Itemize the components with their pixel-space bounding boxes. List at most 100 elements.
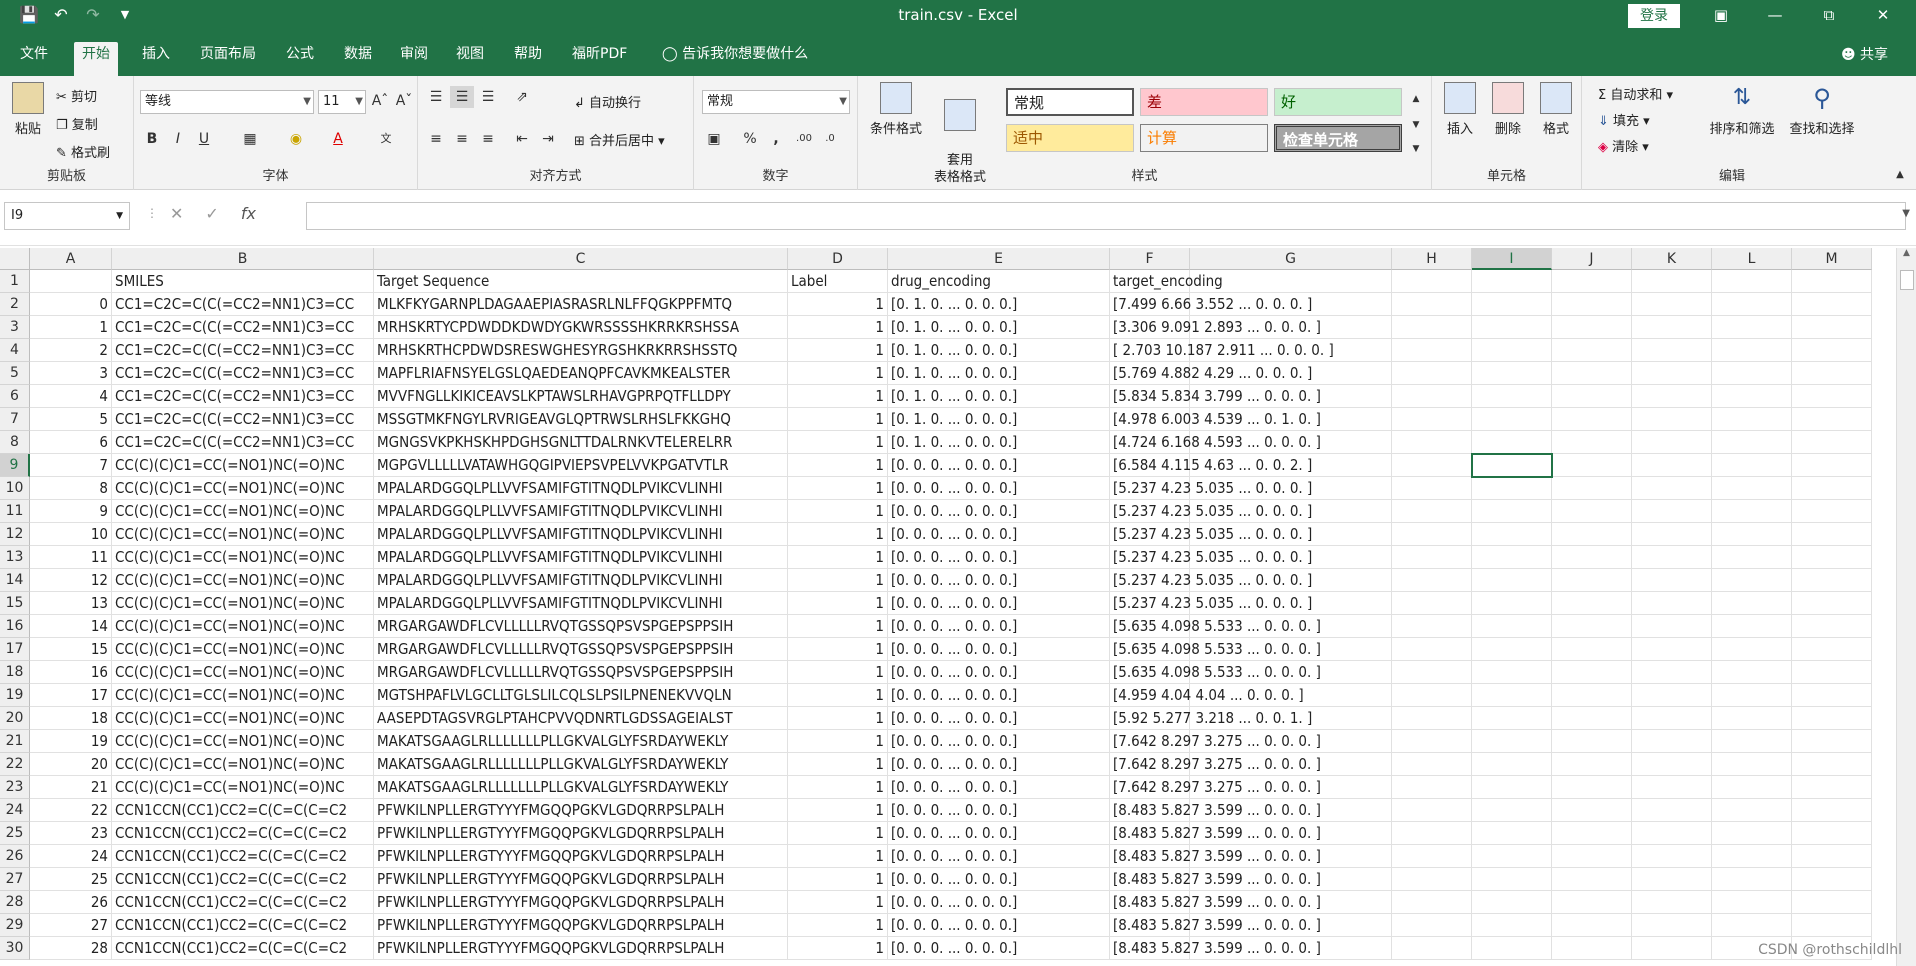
table-cell[interactable]: 10 (30, 523, 112, 546)
table-cell[interactable] (1632, 592, 1712, 615)
table-cell[interactable] (1552, 753, 1632, 776)
table-cell[interactable]: CC(C)(C)C1=CC(=NO1)NC(=O)NC (112, 454, 374, 477)
table-cell[interactable] (1392, 385, 1472, 408)
header-cell[interactable]: Label (788, 270, 888, 293)
row-header[interactable]: 14 (0, 569, 30, 592)
table-cell[interactable]: CC(C)(C)C1=CC(=NO1)NC(=O)NC (112, 776, 374, 799)
row-header[interactable]: 13 (0, 546, 30, 569)
font-size-select[interactable]: 11 ▼ (318, 90, 366, 114)
decrease-decimal-icon[interactable]: .0 (818, 128, 842, 150)
table-cell[interactable] (1792, 707, 1872, 730)
table-cell[interactable]: CC(C)(C)C1=CC(=NO1)NC(=O)NC (112, 684, 374, 707)
table-cell[interactable]: PFWKILNPLLERGTYYYFMGQQPGKVLGDQRRPSLPALH (374, 914, 788, 937)
table-cell[interactable] (1552, 316, 1632, 339)
table-cell[interactable]: [0. 0. 0. ... 0. 0. 0.] (888, 937, 1110, 960)
table-cell[interactable] (1552, 477, 1632, 500)
borders-icon[interactable]: ▦ (238, 128, 262, 150)
table-cell[interactable] (1392, 661, 1472, 684)
table-cell[interactable] (1712, 385, 1792, 408)
row-header[interactable]: 21 (0, 730, 30, 753)
table-cell[interactable] (1392, 477, 1472, 500)
table-cell[interactable]: CC(C)(C)C1=CC(=NO1)NC(=O)NC (112, 477, 374, 500)
table-cell[interactable]: 1 (788, 293, 888, 316)
table-cell[interactable]: MGTSHPAFLVLGCLLTGLSLILCQLSLPSILPNENEKVVQ… (374, 684, 788, 707)
table-cell[interactable]: [5.237 4.23 5.035 ... 0. 0. 0. ] (1110, 592, 1312, 615)
table-cell[interactable] (1392, 339, 1472, 362)
table-cell[interactable]: [0. 0. 0. ... 0. 0. 0.] (888, 638, 1110, 661)
column-header-d[interactable]: D (788, 248, 888, 270)
customize-icon[interactable]: ▼ (114, 8, 136, 21)
table-cell[interactable]: 25 (30, 868, 112, 891)
table-cell[interactable]: 8 (30, 477, 112, 500)
restore-icon[interactable]: ⧉ (1806, 0, 1852, 32)
sort-filter-button[interactable]: ⇅ 排序和筛选 (1702, 82, 1782, 137)
table-cell[interactable]: MPALARDGGQLPLLVVFSAMIFGTITNQDLPVIKCVLINH… (374, 477, 788, 500)
table-cell[interactable] (1712, 339, 1792, 362)
table-cell[interactable] (1472, 707, 1552, 730)
table-cell[interactable] (1712, 638, 1792, 661)
table-cell[interactable]: MVVFNGLLKIKICEAVSLKPTAWSLRHAVGPRPQTFLLDP… (374, 385, 788, 408)
table-cell[interactable]: CC(C)(C)C1=CC(=NO1)NC(=O)NC (112, 592, 374, 615)
table-cell[interactable]: MRGARGAWDFLCVLLLLLRVQTGSSQPSVSPGEPSPPSIH (374, 638, 788, 661)
table-cell[interactable] (1712, 546, 1792, 569)
table-cell[interactable] (1712, 431, 1792, 454)
table-cell[interactable]: 21 (30, 776, 112, 799)
format-painter-button[interactable]: ✎ 格式刷 (56, 142, 110, 161)
table-cell[interactable]: 1 (788, 408, 888, 431)
table-cell[interactable] (1392, 868, 1472, 891)
table-cell[interactable]: 1 (788, 822, 888, 845)
table-cell[interactable] (1552, 661, 1632, 684)
table-cell[interactable] (1472, 569, 1552, 592)
row-header[interactable]: 15 (0, 592, 30, 615)
table-cell[interactable]: 1 (788, 868, 888, 891)
table-cell[interactable] (1392, 799, 1472, 822)
autosum-button[interactable]: Σ 自动求和 ▾ (1598, 84, 1673, 103)
table-cell[interactable]: 12 (30, 569, 112, 592)
table-cell[interactable] (1472, 500, 1552, 523)
table-cell[interactable] (1632, 684, 1712, 707)
align-bottom-icon[interactable]: ☰ (476, 86, 500, 108)
tab-home[interactable]: 开始 (74, 42, 118, 76)
table-cell[interactable]: [0. 0. 0. ... 0. 0. 0.] (888, 523, 1110, 546)
table-cell[interactable] (1392, 638, 1472, 661)
table-cell[interactable]: CCN1CCN(CC1)CC2=C(C=C(C=C2 (112, 937, 374, 960)
table-cell[interactable]: MAPFLRIAFNSYELGSLQAEDEANQPFCAVKMKEALSTER (374, 362, 788, 385)
table-cell[interactable] (1552, 293, 1632, 316)
table-cell[interactable] (1392, 707, 1472, 730)
clear-button[interactable]: ◈ 清除 ▾ (1598, 136, 1649, 155)
wrap-text-button[interactable]: ↲ 自动换行 (574, 92, 641, 111)
row-header[interactable]: 11 (0, 500, 30, 523)
table-cell[interactable] (1472, 615, 1552, 638)
table-cell[interactable]: CC(C)(C)C1=CC(=NO1)NC(=O)NC (112, 546, 374, 569)
style-check-cell[interactable]: 检查单元格 (1274, 124, 1402, 152)
table-cell[interactable] (1472, 339, 1552, 362)
table-cell[interactable] (1792, 638, 1872, 661)
table-cell[interactable] (1392, 546, 1472, 569)
table-cell[interactable] (1792, 684, 1872, 707)
table-cell[interactable]: [0. 0. 0. ... 0. 0. 0.] (888, 615, 1110, 638)
column-header-l[interactable]: L (1712, 248, 1792, 270)
table-cell[interactable] (1632, 937, 1712, 960)
table-cell[interactable] (1552, 799, 1632, 822)
table-cell[interactable] (1552, 385, 1632, 408)
table-cell[interactable] (1712, 730, 1792, 753)
table-cell[interactable] (1552, 523, 1632, 546)
table-cell[interactable] (1632, 477, 1712, 500)
table-cell[interactable]: [5.769 4.882 4.29 ... 0. 0. 0. ] (1110, 362, 1312, 385)
table-cell[interactable] (1552, 339, 1632, 362)
table-cell[interactable]: 1 (788, 753, 888, 776)
table-cell[interactable]: 22 (30, 799, 112, 822)
table-cell[interactable] (1712, 799, 1792, 822)
style-neutral[interactable]: 适中 (1006, 124, 1134, 152)
table-cell[interactable]: 1 (788, 730, 888, 753)
table-cell[interactable]: [0. 1. 0. ... 0. 0. 0.] (888, 408, 1110, 431)
table-cell[interactable] (1712, 293, 1792, 316)
row-header[interactable]: 9 (0, 454, 30, 477)
table-cell[interactable] (1632, 546, 1712, 569)
redo-icon[interactable]: ↷ (82, 5, 104, 24)
table-cell[interactable] (1712, 914, 1792, 937)
table-cell[interactable]: PFWKILNPLLERGTYYYFMGQQPGKVLGDQRRPSLPALH (374, 799, 788, 822)
table-cell[interactable]: [5.237 4.23 5.035 ... 0. 0. 0. ] (1110, 500, 1312, 523)
table-cell[interactable]: 1 (788, 638, 888, 661)
header-cell[interactable] (30, 270, 112, 293)
